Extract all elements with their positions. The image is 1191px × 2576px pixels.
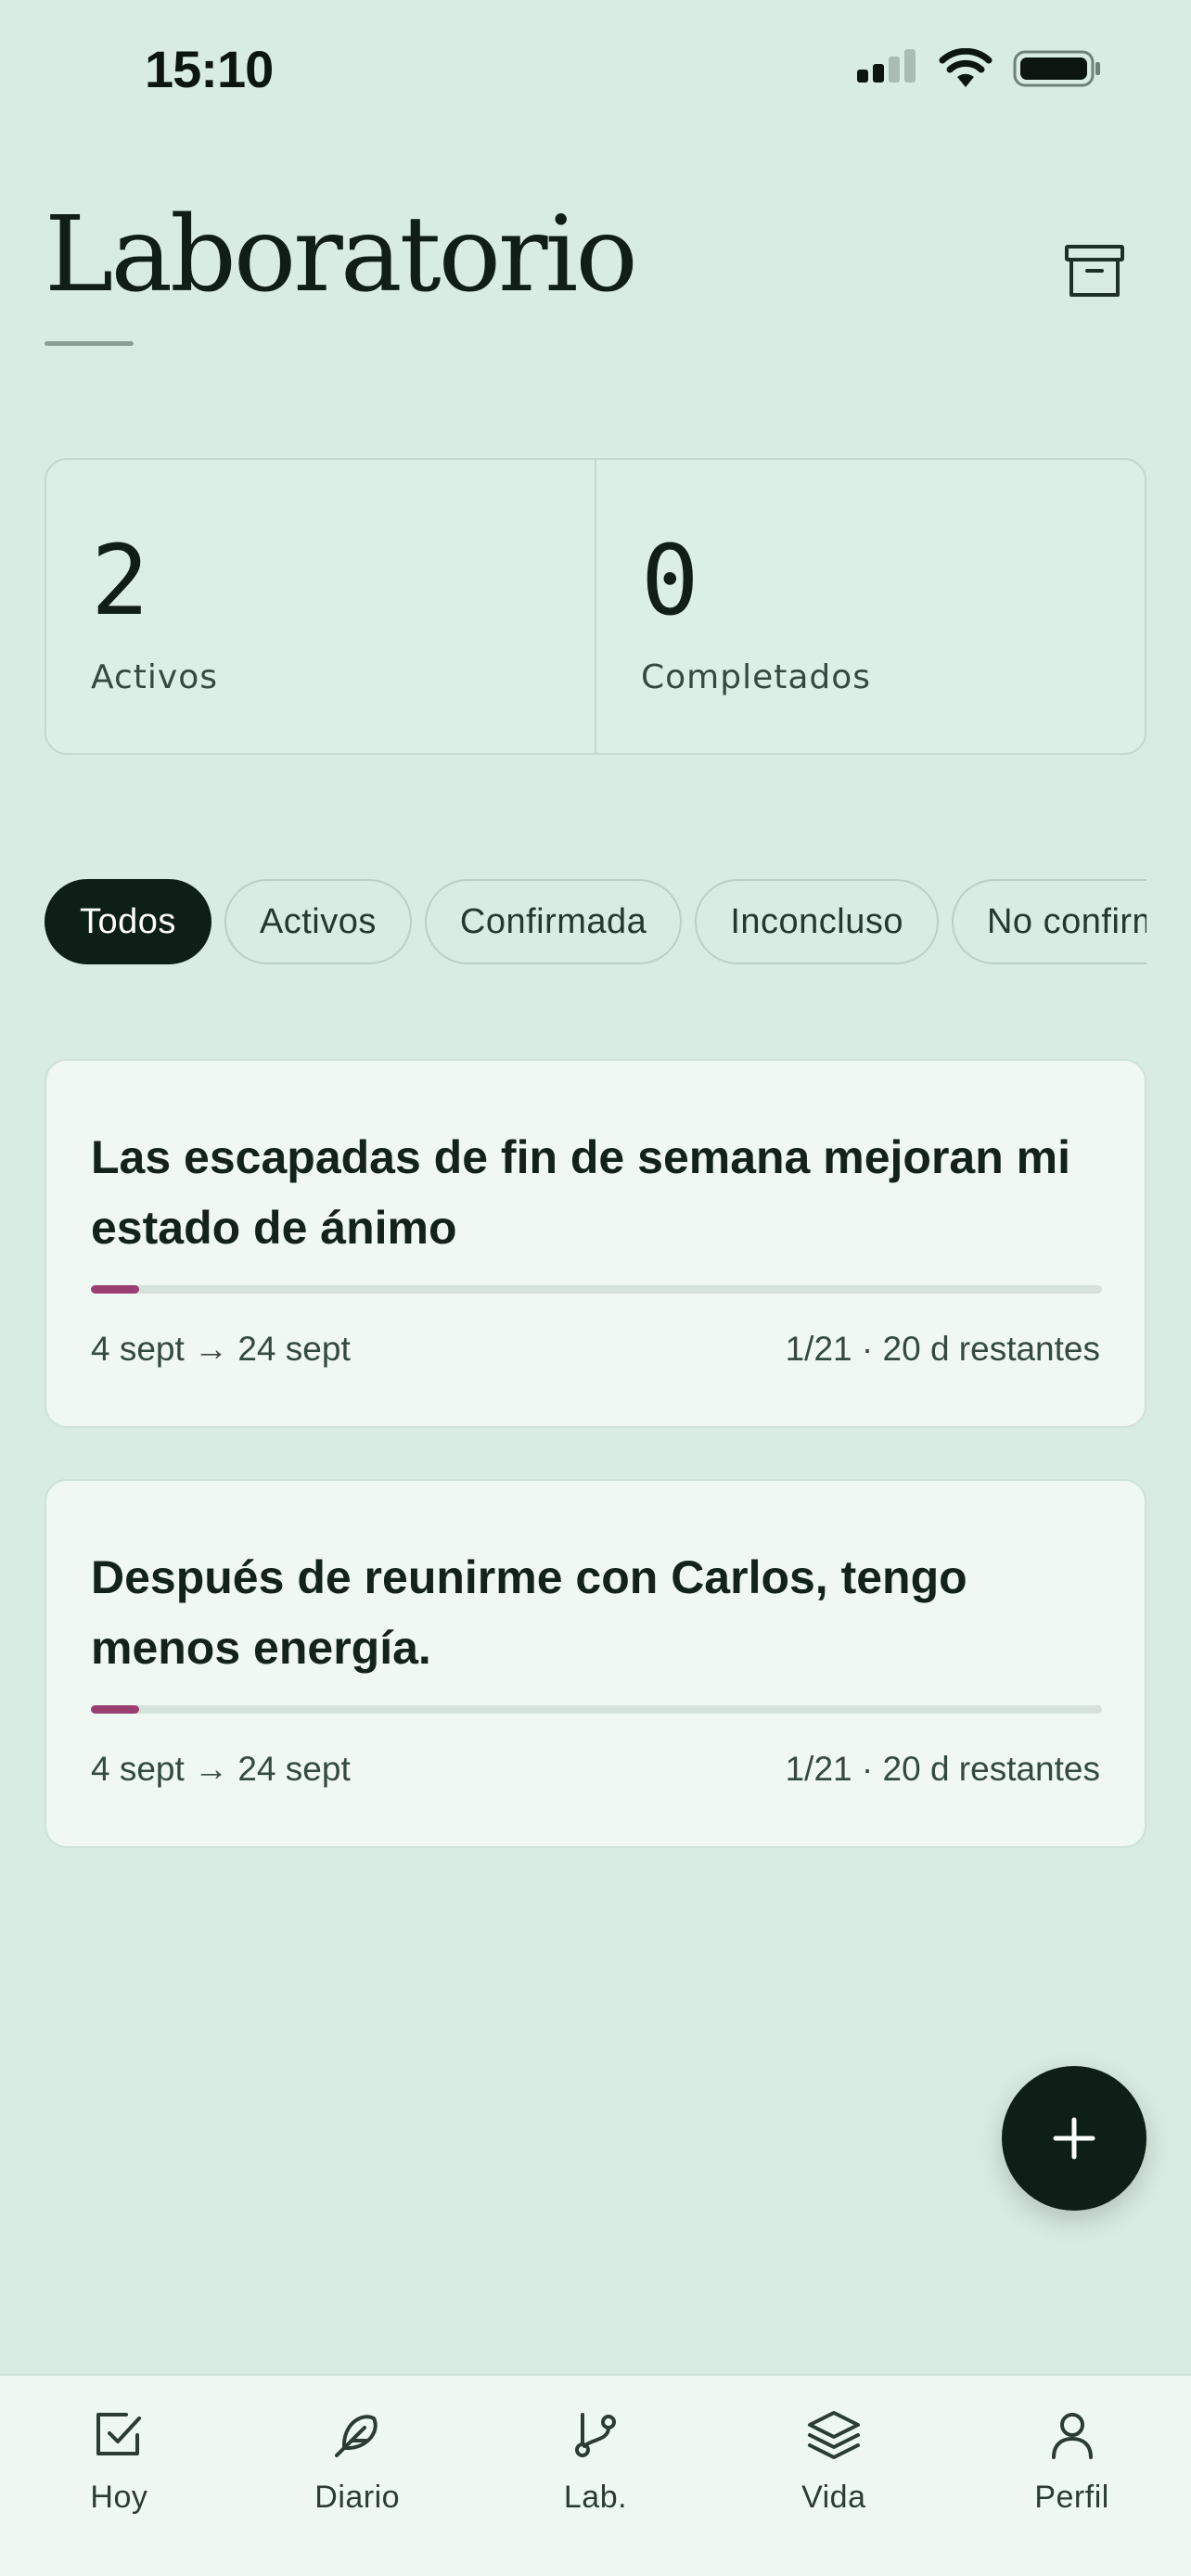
user-icon (1051, 2413, 1093, 2459)
experiment-meta: 1/21 · 20 d restantes (785, 1750, 1100, 1788)
status-time: 15:10 (145, 40, 274, 98)
tab-label: Perfil (1034, 2480, 1109, 2515)
stat-label: Completados (641, 658, 872, 696)
progress-bar (91, 1285, 1102, 1294)
stat-active: 2 Activos (46, 460, 595, 753)
status-bar: 15:10 (0, 0, 1191, 139)
branch-icon (574, 2413, 616, 2457)
tab-lab[interactable]: Lab. (477, 2376, 715, 2576)
progress-fill (91, 1705, 139, 1714)
experiment-title: Después de reunirme con Carlos, tengo me… (91, 1551, 967, 1674)
tab-vida[interactable]: Vida (714, 2376, 953, 2576)
tab-label: Lab. (563, 2480, 628, 2515)
cellular-signal-icon (857, 49, 916, 83)
experiment-card[interactable]: Las escapadas de fin de semana mejoran m… (45, 1059, 1146, 1428)
wifi-icon (939, 48, 992, 87)
layers-icon (807, 2411, 860, 2459)
filter-chip-activos[interactable]: Activos (224, 879, 412, 964)
status-icons (857, 48, 1102, 89)
feather-icon (335, 2415, 378, 2457)
tab-bar: Hoy Diario Lab. Vida Perfil (0, 2374, 1191, 2576)
filter-chip-no-confirmada[interactable]: No confirmada (951, 879, 1146, 964)
filter-chips: Todos Activos Confirmada Inconcluso No c… (45, 879, 1146, 964)
archive-button[interactable] (1056, 232, 1133, 310)
tab-perfil[interactable]: Perfil (953, 2376, 1191, 2576)
tab-label: Hoy (90, 2480, 148, 2515)
title-underline (45, 341, 134, 346)
stats-card: 2 Activos 0 Completados (45, 458, 1146, 755)
experiment-dates: 4 sept → 24 sept (91, 1330, 351, 1368)
tab-diario[interactable]: Diario (238, 2376, 477, 2576)
stat-value: 0 (641, 524, 699, 637)
plus-icon (1053, 2117, 1095, 2160)
stat-value: 2 (91, 524, 149, 637)
battery-icon (1013, 50, 1100, 87)
experiment-card[interactable]: Después de reunirme con Carlos, tengo me… (45, 1479, 1146, 1848)
progress-bar (91, 1705, 1102, 1714)
checkbox-icon (96, 2413, 142, 2455)
add-experiment-button[interactable] (1002, 2066, 1146, 2211)
page-title: Laboratorio (45, 195, 638, 315)
filter-chip-confirmada[interactable]: Confirmada (424, 879, 683, 964)
tab-hoy[interactable]: Hoy (0, 2376, 238, 2576)
experiment-title: Las escapadas de fin de semana mejoran m… (91, 1131, 1071, 1254)
tab-label: Diario (314, 2480, 401, 2515)
stat-label: Activos (91, 658, 218, 696)
stat-completed: 0 Completados (595, 460, 1145, 753)
laboratorio-screen: 15:10 Laboratorio 2 Activos 0 Completado… (0, 0, 1191, 2576)
experiment-dates: 4 sept → 24 sept (91, 1750, 351, 1788)
experiment-meta: 1/21 · 20 d restantes (785, 1330, 1100, 1368)
tab-label: Vida (801, 2480, 866, 2515)
progress-fill (91, 1285, 139, 1294)
filter-chip-todos[interactable]: Todos (45, 879, 211, 964)
filter-chip-inconcluso[interactable]: Inconcluso (695, 879, 939, 964)
archive-icon (1065, 245, 1124, 297)
